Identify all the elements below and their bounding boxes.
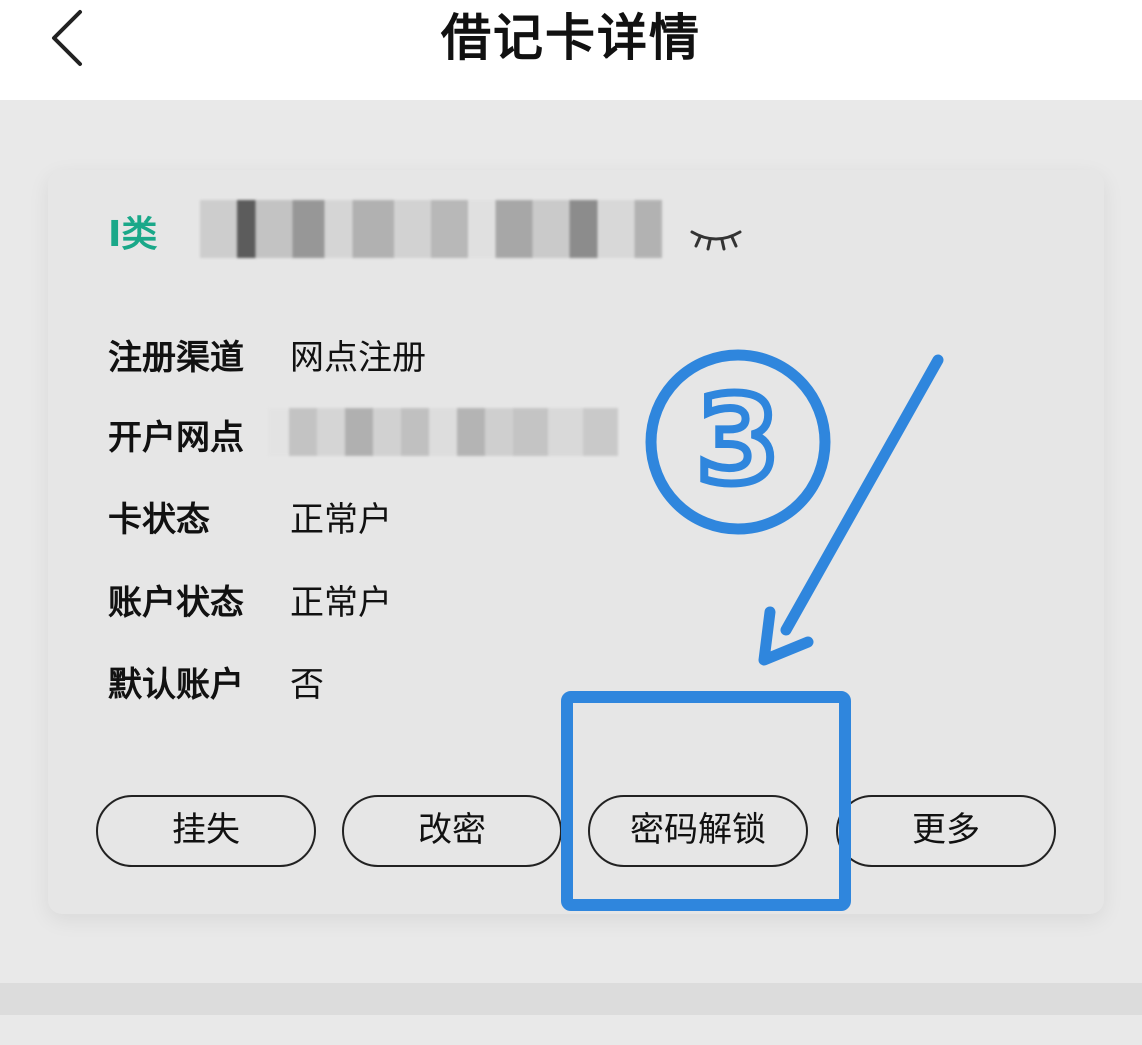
report-loss-button[interactable]: 挂失 <box>96 795 316 867</box>
field-label: 开户网点 <box>108 418 244 458</box>
more-button[interactable]: 更多 <box>836 795 1056 867</box>
card-class-tag: I类 <box>108 214 158 255</box>
bottom-divider <box>0 983 1142 1015</box>
field-label: 卡状态 <box>108 500 210 540</box>
field-value: 否 <box>290 665 324 705</box>
field-label: 账户状态 <box>108 583 244 623</box>
field-value: 正常户 <box>290 583 392 623</box>
change-password-button[interactable]: 改密 <box>342 795 562 867</box>
field-value: 正常户 <box>290 500 392 540</box>
field-label: 注册渠道 <box>108 338 244 378</box>
masked-branch-name <box>268 408 618 456</box>
masked-card-number <box>200 200 662 258</box>
show-number-button[interactable] <box>688 222 744 252</box>
field-label: 默认账户 <box>108 665 244 705</box>
eye-closed-icon <box>690 230 742 251</box>
unlock-password-button[interactable]: 密码解锁 <box>588 795 808 867</box>
page-title: 借记卡详情 <box>441 9 701 67</box>
top-bar: 借记卡详情 <box>0 0 1142 100</box>
field-value: 网点注册 <box>290 338 426 378</box>
